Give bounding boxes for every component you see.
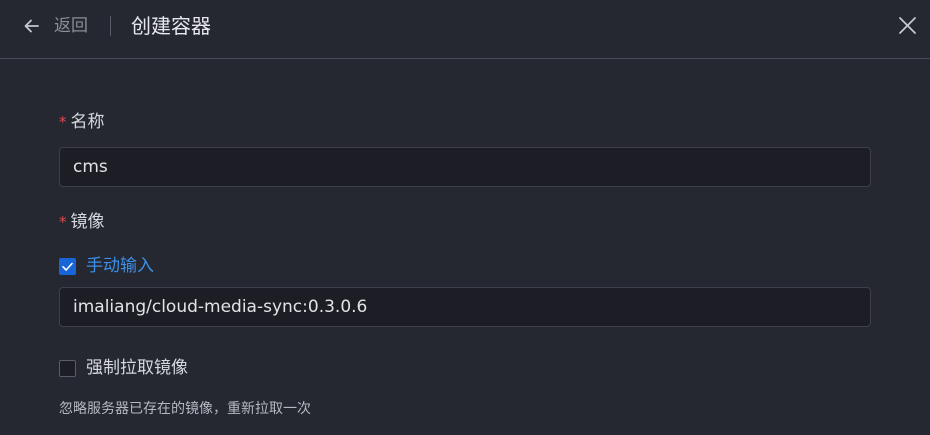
- close-icon[interactable]: [897, 15, 918, 36]
- header-divider: [110, 16, 111, 36]
- manual-input-checkbox[interactable]: [59, 258, 76, 275]
- drawer-header: 返回 创建容器: [0, 0, 930, 59]
- force-pull-hint: 忽略服务器已存在的镜像，重新拉取一次: [59, 401, 311, 417]
- force-pull-label[interactable]: 强制拉取镜像: [86, 357, 188, 379]
- page-title: 创建容器: [131, 14, 211, 38]
- force-pull-checkbox[interactable]: [59, 360, 76, 377]
- required-mark: *: [59, 213, 67, 231]
- name-input[interactable]: [59, 147, 871, 187]
- manual-input-label[interactable]: 手动输入: [86, 255, 154, 277]
- back-link[interactable]: 返回: [54, 15, 88, 37]
- name-label-text: 名称: [70, 112, 105, 132]
- image-field-label: * 镜像: [59, 211, 105, 233]
- image-input[interactable]: [59, 287, 871, 327]
- name-field-label: * 名称: [59, 111, 105, 133]
- arrow-left-icon[interactable]: [22, 16, 42, 36]
- required-mark: *: [59, 113, 67, 131]
- image-label-text: 镜像: [70, 212, 105, 232]
- check-icon: [62, 262, 73, 271]
